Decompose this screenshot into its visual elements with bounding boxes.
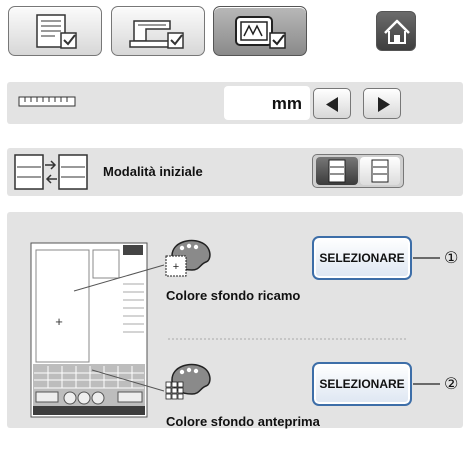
preview-bg-select-button[interactable]: SELEZIONARE	[312, 362, 412, 406]
preview-bg-label: Colore sfondo anteprima	[166, 414, 320, 429]
callout-1: ①	[444, 248, 459, 267]
svg-text:+: +	[173, 261, 179, 273]
embroidery-bg-select-button[interactable]: SELEZIONARE	[312, 236, 412, 280]
embroidery-bg-label: Colore sfondo ricamo	[166, 288, 301, 303]
callout-2: ②	[444, 374, 459, 393]
preview-palette-icon	[165, 363, 211, 400]
embroidery-palette-icon: +	[165, 239, 211, 277]
